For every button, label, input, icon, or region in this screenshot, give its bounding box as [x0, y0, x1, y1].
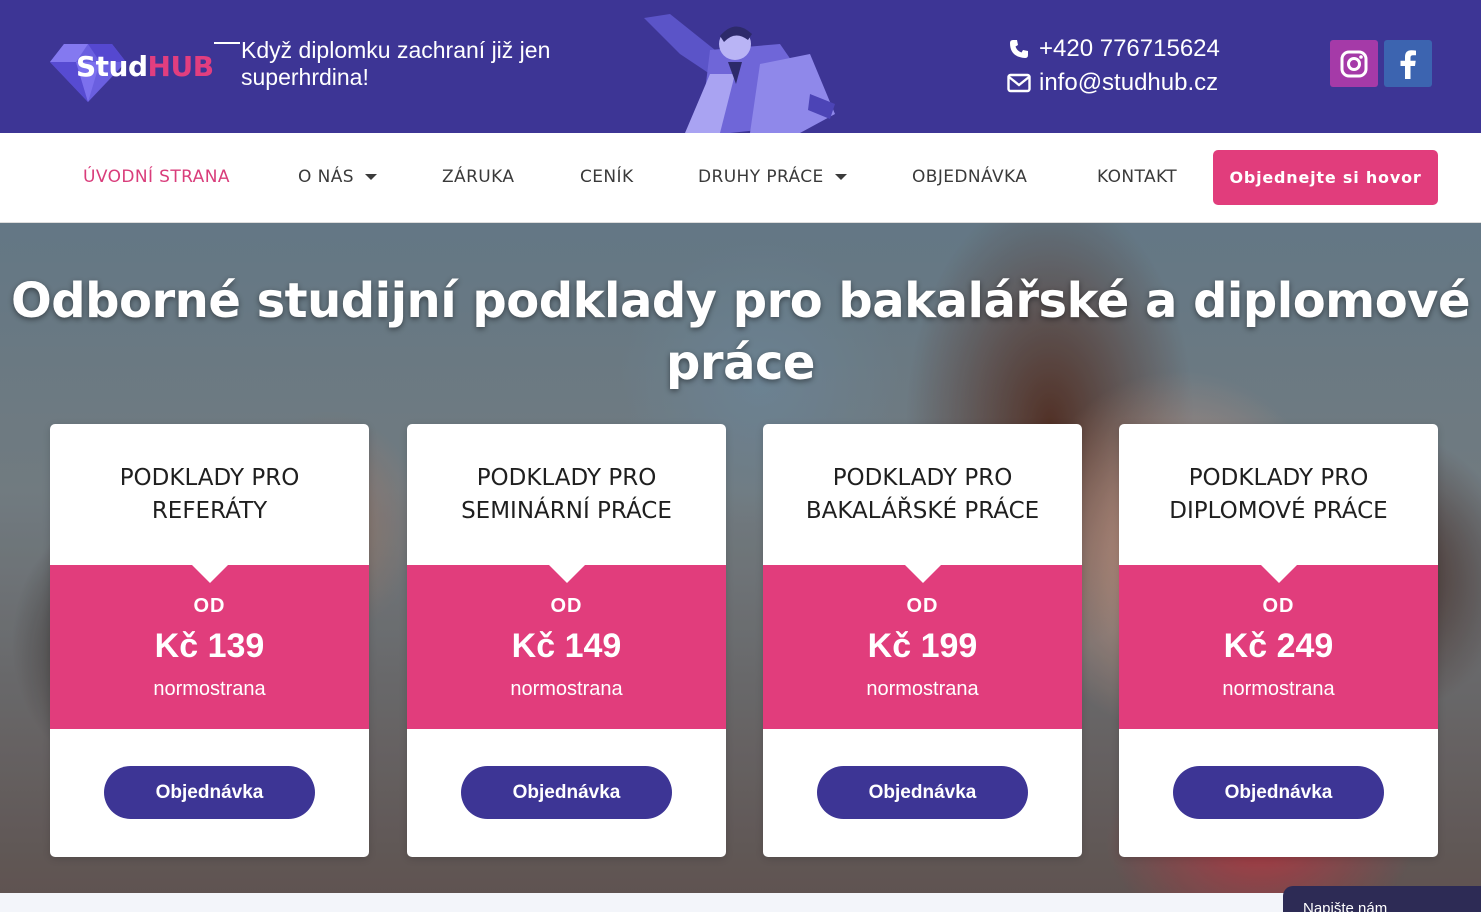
- nav-uvodni-strana[interactable]: ÚVODNÍ STRANA: [83, 167, 230, 187]
- price-unit: normostrana: [510, 678, 623, 700]
- card-title-line: REFERÁTY: [151, 498, 268, 524]
- price-band: OD Kč 139 normostrana: [50, 565, 369, 729]
- nav-o-nas[interactable]: O NÁS: [298, 167, 377, 187]
- logo-hub: HUB: [147, 50, 215, 83]
- card-title-line: DIPLOMOVÉ PRÁCE: [1169, 498, 1388, 524]
- logo-text: StudHUB: [76, 50, 214, 83]
- tagline: Když diplomku zachraní již jen superhrdi…: [241, 37, 551, 90]
- hero-title: Odborné studijní podklady pro bakalářské…: [0, 270, 1481, 394]
- order-button[interactable]: Objednávka: [817, 766, 1028, 819]
- envelope-icon: [1005, 71, 1033, 95]
- chat-label: Napište nám: [1303, 900, 1388, 912]
- pricing-card-referaty: PODKLADY PRO REFERÁTY OD Kč 139 normostr…: [50, 424, 369, 857]
- price-value: Kč 149: [511, 627, 622, 665]
- caret-down-icon: [834, 174, 847, 180]
- hero-title-line: práce: [666, 335, 815, 391]
- superhero-illustration: [644, 14, 835, 133]
- nav-objednavka[interactable]: OBJEDNÁVKA: [912, 167, 1027, 187]
- nav-label: ZÁRUKA: [442, 167, 515, 187]
- contact-info: +420 776715624 info@studhub.cz: [1005, 32, 1220, 100]
- email-row[interactable]: info@studhub.cz: [1005, 66, 1220, 100]
- instagram-button[interactable]: [1330, 40, 1378, 87]
- order-button[interactable]: Objednávka: [461, 766, 672, 819]
- pricing-card-diplomove-prace: PODKLADY PRO DIPLOMOVÉ PRÁCE OD Kč 249 n…: [1119, 424, 1438, 857]
- phone-number[interactable]: +420 776715624: [1039, 35, 1220, 63]
- phone-row[interactable]: +420 776715624: [1005, 32, 1220, 66]
- nav-label: CENÍK: [580, 167, 634, 187]
- price-unit: normostrana: [866, 678, 979, 700]
- order-button[interactable]: Objednávka: [1173, 766, 1384, 819]
- logo-stud: Stud: [76, 50, 148, 83]
- card-title-line: BAKALÁŘSKÉ PRÁCE: [805, 498, 1040, 524]
- price-prefix: OD: [1262, 595, 1295, 617]
- card-title: PODKLADY PRO DIPLOMOVÉ PRÁCE: [1119, 462, 1438, 528]
- price-prefix: OD: [906, 595, 939, 617]
- hero-title-line: Odborné studijní podklady pro bakalářské…: [10, 273, 1471, 329]
- card-title-line: PODKLADY PRO: [476, 465, 657, 491]
- facebook-button[interactable]: [1384, 40, 1432, 87]
- card-title-line: PODKLADY PRO: [832, 465, 1013, 491]
- price-unit: normostrana: [153, 678, 266, 700]
- request-call-button[interactable]: Objednejte si hovor: [1213, 150, 1438, 205]
- price-value: Kč 249: [1223, 627, 1334, 665]
- pricing-card-seminarni-prace: PODKLADY PRO SEMINÁRNÍ PRÁCE OD Kč 149 n…: [407, 424, 726, 857]
- nav-label: OBJEDNÁVKA: [912, 167, 1028, 187]
- nav-kontakt[interactable]: KONTAKT: [1097, 167, 1177, 187]
- instagram-icon: [1340, 50, 1368, 77]
- price-band: OD Kč 149 normostrana: [407, 565, 726, 729]
- card-title: PODKLADY PRO REFERÁTY: [50, 462, 369, 528]
- card-title: PODKLADY PRO SEMINÁRNÍ PRÁCE: [407, 462, 726, 528]
- price-prefix: OD: [550, 595, 583, 617]
- card-title-line: SEMINÁRNÍ PRÁCE: [461, 498, 672, 524]
- price-prefix: OD: [193, 595, 226, 617]
- price-band: OD Kč 199 normostrana: [763, 565, 1082, 729]
- nav-label: ÚVODNÍ STRANA: [83, 167, 230, 187]
- card-title-line: PODKLADY PRO: [1188, 465, 1369, 491]
- chat-widget[interactable]: Napište nám: [1283, 886, 1481, 912]
- phone-icon: [1005, 37, 1033, 61]
- nav-cenik[interactable]: CENÍK: [580, 167, 634, 187]
- nav-zaruka[interactable]: ZÁRUKA: [442, 167, 514, 187]
- email-address[interactable]: info@studhub.cz: [1039, 69, 1218, 97]
- price-value: Kč 199: [867, 627, 978, 665]
- card-title: PODKLADY PRO BAKALÁŘSKÉ PRÁCE: [763, 462, 1082, 528]
- price-band: OD Kč 249 normostrana: [1119, 565, 1438, 729]
- price-unit: normostrana: [1222, 678, 1335, 700]
- card-title-line: PODKLADY PRO: [119, 465, 300, 491]
- logo-separator: [214, 42, 240, 44]
- order-button[interactable]: Objednávka: [104, 766, 315, 819]
- nav-label: O NÁS: [298, 167, 354, 187]
- nav-label: KONTAKT: [1097, 167, 1178, 187]
- caret-down-icon: [364, 174, 377, 180]
- site-header: StudHUB Když diplomku zachraní již jen s…: [0, 0, 1481, 133]
- nav-druhy-prace[interactable]: DRUHY PRÁCE: [698, 167, 847, 187]
- facebook-icon: [1400, 49, 1416, 79]
- nav-label: DRUHY PRÁCE: [698, 167, 824, 187]
- pricing-card-bakalarske-prace: PODKLADY PRO BAKALÁŘSKÉ PRÁCE OD Kč 199 …: [763, 424, 1082, 857]
- studhub-logo[interactable]: StudHUB: [50, 42, 242, 104]
- price-value: Kč 139: [154, 627, 265, 665]
